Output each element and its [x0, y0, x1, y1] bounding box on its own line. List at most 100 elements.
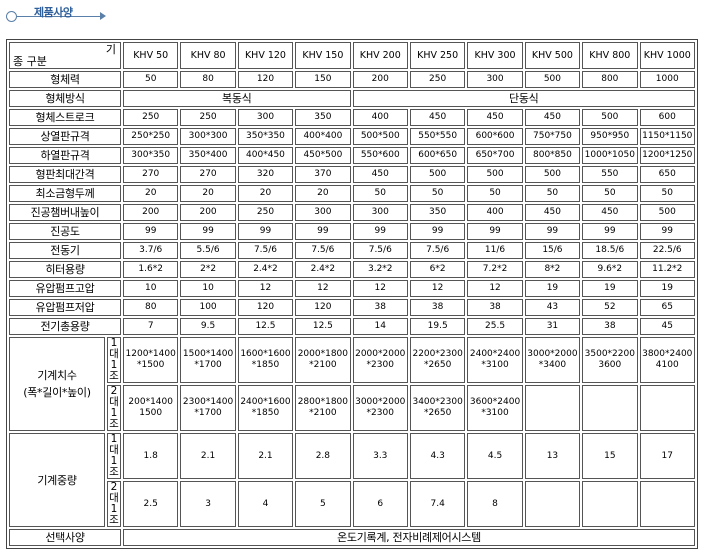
value-cell: 19 — [582, 280, 638, 297]
value-cell: 50 — [352, 185, 408, 202]
dimensions-value: 2200*2300 *2650 — [409, 337, 466, 383]
value-cell: 12 — [295, 280, 351, 297]
value-cell: 950*950 — [582, 128, 638, 145]
arrow-right-icon — [100, 12, 106, 20]
dimensions-value: 2800*1800 *2100 — [295, 385, 351, 431]
value-cell: 300 — [467, 71, 523, 88]
value-cell: 99 — [295, 223, 351, 240]
value-cell: 120 — [295, 299, 351, 316]
dimensions-label-line: (폭*길이*높이) — [23, 386, 91, 399]
value-cell: 320 — [237, 166, 294, 183]
value-cell: 400*400 — [295, 128, 351, 145]
value-cell: 50 — [409, 185, 466, 202]
value-cell: 9.5 — [180, 318, 236, 335]
model-header: KHV 1000 — [639, 42, 695, 69]
value-cell: 50 — [123, 71, 179, 88]
model-header: KHV 200 — [352, 42, 408, 69]
dimensions-value: 200*1400 1500 — [123, 385, 179, 431]
spec-row: 최소금형두께 20 20 20 20 50 50 50 50 50 50 — [9, 185, 695, 202]
value-cell: 650 — [639, 166, 695, 183]
value-cell: 250 — [180, 109, 236, 126]
value-cell: 3.7/6 — [123, 242, 179, 259]
weight-row: 2대1조 2.5 3 4 5 6 7.4 8 — [9, 481, 695, 527]
value-cell: 20 — [180, 185, 236, 202]
value-cell: 200 — [352, 71, 408, 88]
value-cell: 99 — [237, 223, 294, 240]
dimensions-sub-label: 1대1조 — [107, 337, 121, 383]
value-cell: 99 — [409, 223, 466, 240]
value-cell: 65 — [639, 299, 695, 316]
section-title: 제품사양 — [34, 6, 73, 19]
value-cell: 99 — [467, 223, 523, 240]
value-cell: 80 — [180, 71, 236, 88]
value-cell: 450 — [582, 204, 638, 221]
weight-value: 15 — [582, 433, 638, 479]
value-cell: 400 — [467, 204, 523, 221]
weight-sub-label: 2대1조 — [107, 481, 121, 527]
corner-top-label: 기 — [105, 43, 116, 56]
weight-value: 1.8 — [123, 433, 179, 479]
value-cell: 250*250 — [123, 128, 179, 145]
value-cell: 300*350 — [123, 147, 179, 164]
circle-bullet-icon — [6, 11, 17, 22]
spec-table-frame: 기 종 구분 KHV 50 KHV 80 KHV 120 KHV 150 KHV… — [6, 39, 698, 549]
row-label: 진공챔버내높이 — [9, 204, 121, 221]
row-label: 형판최대간격 — [9, 166, 121, 183]
value-cell: 500 — [467, 166, 523, 183]
value-cell: 2.4*2 — [237, 261, 294, 278]
value-cell: 550 — [582, 166, 638, 183]
value-cell: 300 — [352, 204, 408, 221]
value-cell: 500 — [524, 71, 581, 88]
dimensions-value: 3000*2000 *2300 — [352, 385, 408, 431]
weight-label: 기계중량 — [9, 433, 105, 527]
value-cell: 300 — [237, 109, 294, 126]
value-cell: 2*2 — [180, 261, 236, 278]
value-cell: 450 — [524, 109, 581, 126]
merged-cell: 복동식 — [123, 90, 351, 107]
value-cell: 6*2 — [409, 261, 466, 278]
value-cell: 38 — [582, 318, 638, 335]
value-cell: 350 — [409, 204, 466, 221]
dimensions-value: 2000*2000 *2300 — [352, 337, 408, 383]
weight-value: 3.3 — [352, 433, 408, 479]
value-cell: 300 — [295, 204, 351, 221]
dimensions-sub-label: 2대1조 — [107, 385, 121, 431]
spec-row: 전기총용량 7 9.5 12.5 12.5 14 19.5 25.5 31 38 45 — [9, 318, 695, 335]
weight-value: 2.1 — [180, 433, 236, 479]
dimensions-value: 1500*1400 *1700 — [180, 337, 236, 383]
value-cell: 7.5/6 — [409, 242, 466, 259]
spec-row: 형체스트로크 250 250 300 350 400 450 450 450 500 600 — [9, 109, 695, 126]
dimensions-value: 2400*2400 *3100 — [467, 337, 523, 383]
value-cell: 50 — [639, 185, 695, 202]
header-row: 기 종 구분 KHV 50 KHV 80 KHV 120 KHV 150 KHV… — [9, 42, 695, 69]
row-label: 상열판규격 — [9, 128, 121, 145]
weight-value — [524, 481, 581, 527]
value-cell: 750*750 — [524, 128, 581, 145]
value-cell: 350*400 — [180, 147, 236, 164]
value-cell: 270 — [180, 166, 236, 183]
dimensions-value — [582, 385, 638, 431]
weight-value: 2.5 — [123, 481, 179, 527]
row-label: 형체스트로크 — [9, 109, 121, 126]
value-cell: 7.2*2 — [467, 261, 523, 278]
value-cell: 3.2*2 — [352, 261, 408, 278]
value-cell: 12 — [352, 280, 408, 297]
row-label: 형체력 — [9, 71, 121, 88]
value-cell: 450 — [524, 204, 581, 221]
row-label: 히터용량 — [9, 261, 121, 278]
value-cell: 450 — [467, 109, 523, 126]
value-cell: 450*500 — [295, 147, 351, 164]
spec-row: 진공도 99 99 99 99 99 99 99 99 99 99 — [9, 223, 695, 240]
row-label: 유압펌프고압 — [9, 280, 121, 297]
weight-value: 3 — [180, 481, 236, 527]
corner-bottom-label: 종 구분 — [13, 55, 47, 68]
row-label: 최소금형두께 — [9, 185, 121, 202]
spec-row: 하열판규격 300*350 350*400 400*450 450*500 550*600… — [9, 147, 695, 164]
value-cell: 400 — [352, 109, 408, 126]
value-cell: 20 — [295, 185, 351, 202]
value-cell: 120 — [237, 299, 294, 316]
value-cell: 150 — [295, 71, 351, 88]
value-cell: 31 — [524, 318, 581, 335]
model-header: KHV 150 — [295, 42, 351, 69]
value-cell: 12 — [467, 280, 523, 297]
